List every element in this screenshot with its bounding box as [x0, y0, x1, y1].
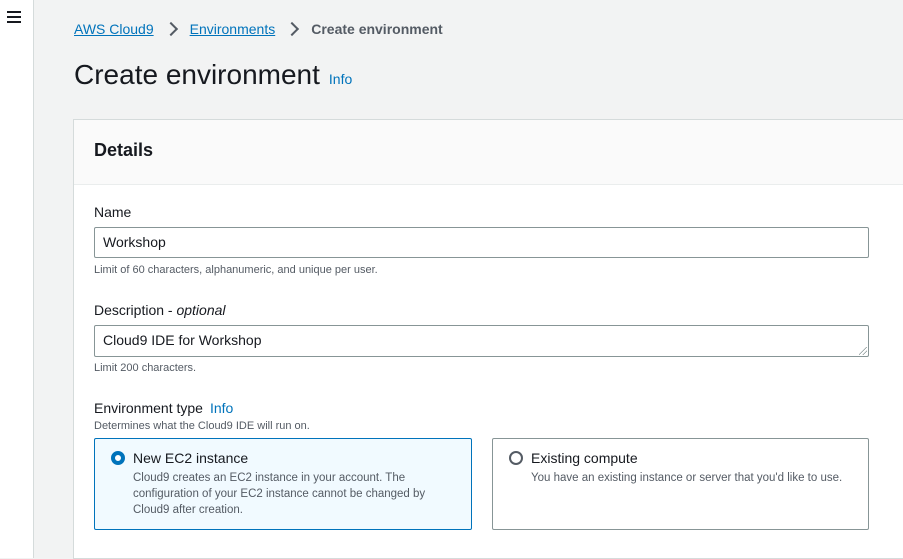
description-label: Description - optional — [94, 302, 226, 318]
description-label-text: Description - — [94, 302, 177, 318]
radio-selected-icon[interactable] — [111, 451, 125, 465]
description-textarea[interactable]: Cloud9 IDE for Workshop — [94, 325, 869, 357]
page-info-link[interactable]: Info — [329, 71, 352, 87]
breadcrumb-aws-cloud9[interactable]: AWS Cloud9 — [74, 21, 154, 37]
breadcrumb-environments[interactable]: Environments — [190, 21, 276, 37]
hamburger-menu-icon[interactable] — [7, 11, 21, 23]
environment-type-label-text: Environment type — [94, 400, 203, 416]
chevron-right-icon — [163, 21, 178, 37]
option-title: Existing compute — [531, 450, 638, 466]
environment-type-label: Environment type Info — [94, 400, 233, 416]
environment-type-hint: Determines what the Cloud9 IDE will run … — [94, 420, 310, 432]
description-value: Cloud9 IDE for Workshop — [103, 332, 262, 348]
page-header: Create environment Info — [74, 59, 352, 91]
option-description: You have an existing instance or server … — [531, 472, 843, 484]
description-hint: Limit 200 characters. — [94, 362, 197, 374]
details-container: Details Name Workshop Limit of 60 charac… — [73, 119, 903, 559]
name-label: Name — [94, 204, 132, 220]
description-optional-text: optional — [176, 302, 226, 318]
radio-unselected-icon[interactable] — [509, 451, 523, 465]
page-title: Create environment — [74, 59, 320, 90]
resize-handle-icon[interactable] — [859, 347, 867, 355]
option-title: New EC2 instance — [133, 450, 249, 466]
breadcrumb-current: Create environment — [311, 21, 443, 37]
breadcrumb: AWS Cloud9 Environments Create environme… — [74, 19, 443, 39]
details-header: Details — [74, 120, 903, 185]
env-type-option-existing-compute[interactable]: Existing compute You have an existing in… — [492, 438, 869, 530]
side-navigation — [0, 0, 34, 558]
details-heading: Details — [94, 140, 154, 160]
name-input[interactable]: Workshop — [94, 227, 869, 258]
option-description: Cloud9 creates an EC2 instance in your a… — [133, 472, 426, 516]
environment-type-info-link[interactable]: Info — [210, 400, 233, 416]
name-hint: Limit of 60 characters, alphanumeric, an… — [94, 264, 378, 276]
env-type-option-new-ec2[interactable]: New EC2 instance Cloud9 creates an EC2 i… — [94, 438, 472, 530]
chevron-right-icon — [285, 21, 300, 37]
